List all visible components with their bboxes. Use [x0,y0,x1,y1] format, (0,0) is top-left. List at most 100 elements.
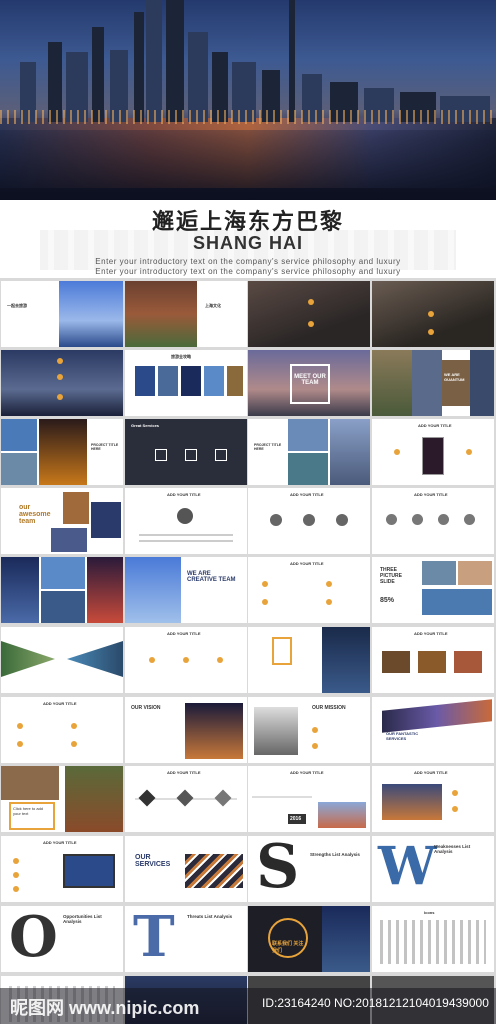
bullet-dot [452,790,458,796]
bullet-dot [466,449,472,455]
slide-photo [422,561,456,585]
slide-photo [288,453,328,485]
slide-heading: 旅游全攻略 [171,354,191,359]
slide-thumbnail[interactable]: Click here to add your text [1,766,123,832]
bullet-dot [57,374,63,380]
swot-letter: S [256,836,300,902]
slide-photo [288,419,328,451]
slide-photo [125,281,197,347]
slide-thumbnail[interactable]: T Threats List Analysis [125,906,247,972]
slide-thumbnail[interactable]: W Weaknesses List Analysis [372,836,494,902]
slide-thumbnail[interactable]: PROJECT TITLE HERE [248,419,370,485]
slide-thumbnail[interactable]: ADD YOUR TITLE 2016 [248,766,370,832]
slide-thumbnail[interactable]: ADD YOUR TITLE [1,697,123,763]
year-label: 2016 [290,816,302,822]
text-line [139,540,233,542]
text-line [139,534,233,536]
slide-photo [382,699,492,733]
slide-photo [422,589,492,615]
avatar [412,514,423,525]
slide-photo [382,784,442,820]
slide-thumbnail[interactable]: ADD YOUR TITLE [372,419,494,485]
slide-thumbnail[interactable]: 上海文化 [125,281,247,347]
slide-thumbnail[interactable]: OUR MISSION [248,697,370,763]
slide-heading: OUR MISSION [312,705,346,711]
slide-heading: WE ARE GUANTUM [444,372,465,382]
slide-thumbnail[interactable]: PROJECT TITLE HERE [1,419,123,485]
slide-heading: Opportunities List Analysis [63,914,102,924]
slide-photo [418,651,446,673]
slide-thumbnail[interactable]: ADD YOUR TITLE [248,557,370,623]
slide-thumbnail[interactable]: 一起去旅游 [1,281,123,347]
slide-thumbnail[interactable] [372,281,494,347]
slide-thumbnail[interactable]: ADD YOUR TITLE [1,836,123,902]
city-lights [0,110,496,124]
slide-heading: Icons [424,910,435,915]
slide-card [442,360,470,406]
slide-thumbnail[interactable]: ADD YOUR TITLE [248,488,370,554]
slide-thumbnail[interactable]: Icons [372,906,494,972]
slide-photo [41,591,85,623]
slide-thumbnail[interactable] [248,281,370,347]
slide-heading: ADD YOUR TITLE [167,631,201,636]
slide-thumbnail[interactable]: OUR SERVICES [125,836,247,902]
slide-thumbnail[interactable]: S Strengths List Analysis [248,836,370,902]
slide-thumbnail[interactable] [248,627,370,693]
slide-thumbnail[interactable]: ADD YOUR TITLE [372,766,494,832]
slide-heading: PROJECT TITLE HERE [91,443,119,451]
slide-heading: 上海文化 [205,303,221,308]
slide-thumbnail[interactable]: 联系我们 关注我们 [248,906,370,972]
slide-thumbnail[interactable]: ADD YOUR TITLE [372,488,494,554]
slide-thumbnail[interactable]: O Opportunities List Analysis [1,906,123,972]
slide-photo [372,350,412,416]
slide-photo [135,366,155,396]
avatar [438,514,449,525]
slide-thumbnail[interactable]: MEET OUR TEAM [248,350,370,416]
slide-thumbnail[interactable] [1,557,123,623]
slide-thumbnail[interactable]: Great Services [125,419,247,485]
slide-photo [65,766,123,832]
slide-thumbnail[interactable]: ADD YOUR TITLE [125,627,247,693]
slide-photo [204,366,224,396]
timeline-marker [176,789,194,807]
slide-photo [125,557,181,623]
slide-thumbnail[interactable]: ADD YOUR TITLE [372,627,494,693]
slide-heading: THREE PICTURE SLIDE [380,567,402,585]
slide-heading: 一起去旅游 [7,303,27,308]
timeline-marker [138,789,156,807]
bullet-dot [308,321,314,327]
slide-thumbnail[interactable] [1,350,123,416]
slide-thumbnail[interactable]: our awesome team [1,488,123,554]
watermark-id: ID:23164240 NO:20181212104019439000 [262,996,489,1010]
oriental-pearl-tower [289,0,295,122]
bullet-dot [308,299,314,305]
slide-thumbnail[interactable]: WE ARE GUANTUM [372,350,494,416]
slide-thumbnail[interactable] [1,627,123,693]
slide-heading: our awesome team [19,504,51,525]
slide-photo [322,627,370,693]
slide-photo [1,419,37,451]
cover-intro-line-1: Enter your introductory text on the comp… [95,257,401,266]
slide-photo [41,557,85,589]
service-icon [215,449,227,461]
slide-thumbnail[interactable]: WE ARE CREATIVE TEAM [125,557,247,623]
slide-photo [227,366,243,396]
slide-thumbnail[interactable]: ADD YOUR TITLE [125,766,247,832]
slide-heading: OUR VISION [131,705,161,711]
slide-thumbnail[interactable]: THREE PICTURE SLIDE 85% [372,557,494,623]
slide-photo [87,557,123,623]
slide-heading: PROJECT TITLE HERE [254,443,282,451]
slide-heading: OUR FANTASTIC SERVICES [386,731,419,741]
slide-heading: Weaknesses List Analysis [434,844,471,854]
slide-heading: ADD YOUR TITLE [167,492,201,497]
photo-frame [272,637,292,665]
bullet-dot [394,449,400,455]
slide-photo [1,453,37,485]
slide-photo [63,492,89,524]
bullet-dot [71,723,77,729]
slide-thumbnail[interactable]: ADD YOUR TITLE [125,488,247,554]
slide-heading: ADD YOUR TITLE [43,840,77,845]
slide-thumbnail[interactable]: OUR FANTASTIC SERVICES [372,697,494,763]
slide-thumbnail[interactable]: 旅游全攻略 [125,350,247,416]
slide-thumbnail[interactable]: OUR VISION [125,697,247,763]
